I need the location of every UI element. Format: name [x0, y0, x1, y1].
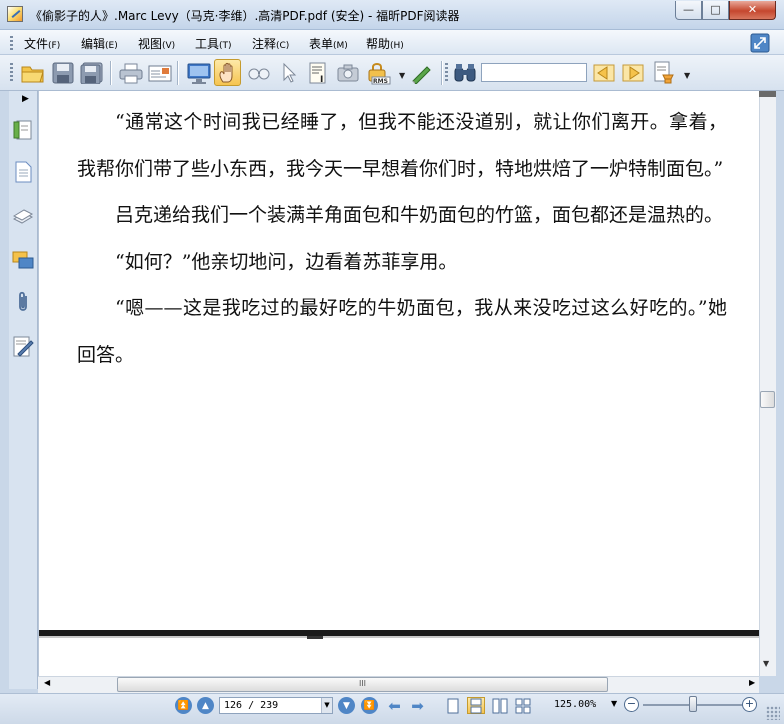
toolbar-separator [441, 61, 442, 85]
last-page-icon[interactable]: ⏬ [361, 697, 378, 714]
menu-view[interactable]: 视图(V) [138, 35, 175, 52]
select-arrow-icon[interactable] [275, 59, 302, 86]
menu-edit[interactable]: 编辑(E) [81, 35, 118, 52]
zoom-level[interactable]: 125.00% [554, 699, 596, 710]
signatures-icon[interactable] [12, 334, 34, 358]
binoculars-search-icon[interactable] [451, 59, 478, 86]
open-folder-icon[interactable] [19, 59, 46, 86]
menu-grip[interactable] [10, 36, 13, 50]
search-input[interactable] [481, 63, 587, 82]
select-text-icon[interactable]: I [304, 59, 331, 86]
continuous-facing-view-icon[interactable] [514, 697, 532, 714]
toolbar-separator [177, 61, 178, 85]
page-separator-shadow [39, 636, 759, 638]
single-page-view-icon[interactable] [444, 697, 462, 714]
layers-icon[interactable] [12, 205, 34, 229]
page-separator-mark [307, 636, 323, 639]
next-page-icon[interactable]: ▼ [338, 697, 355, 714]
attachments-paperclip-icon[interactable] [12, 290, 34, 314]
document-view[interactable]: “通常这个时间我已经睡了，但我不能还没道别，就让你们离开。拿着，我帮你们带了些小… [38, 91, 759, 676]
paragraph: 吕克递给我们一个装满羊角面包和牛奶面包的竹篮，面包都还是温热的。 [115, 204, 724, 226]
svg-text:RMS: RMS [373, 78, 388, 85]
snapshot-camera-icon[interactable] [334, 59, 361, 86]
toolbar-grip-2[interactable] [445, 63, 448, 83]
hand-tool-icon[interactable] [214, 59, 241, 86]
scroll-left-arrow-icon[interactable]: ◀ [44, 678, 50, 687]
find-previous-icon[interactable] [590, 59, 617, 86]
menu-bar: 文件(F) 编辑(E) 视图(V) 工具(T) 注释(C) 表单(M) 帮助(H… [0, 30, 784, 55]
panel-expand-arrow-icon[interactable]: ▶ [22, 94, 29, 104]
forward-arrow-icon[interactable]: ➡ [409, 697, 426, 715]
paragraph: “嗯——这是我吃过的最好吃的牛奶面包，我从来没吃过这么好吃的。”她回答。 [77, 297, 727, 366]
horizontal-scroll-thumb[interactable]: III [117, 677, 608, 692]
app-icon [7, 6, 23, 22]
page-number-dropdown[interactable]: ▼ [321, 698, 332, 713]
resize-grip[interactable] [766, 706, 780, 720]
previous-page-icon[interactable]: ▲ [197, 697, 214, 714]
print-icon[interactable] [117, 59, 144, 86]
svg-text:I: I [320, 75, 323, 84]
maximize-button[interactable]: □ [702, 1, 729, 20]
menu-tools[interactable]: 工具(T) [195, 35, 232, 52]
search-options-dropdown[interactable]: ▼ [684, 71, 690, 80]
scroll-down-arrow-icon[interactable]: ▼ [763, 659, 769, 668]
email-icon[interactable] [146, 59, 173, 86]
toolbar: I RMS ▼ ▼ [0, 55, 784, 91]
zoom-in-icon[interactable]: + [742, 697, 757, 712]
paragraph: “通常这个时间我已经睡了，但我不能还没道别，就让你们离开。拿着，我帮你们带了些小… [77, 111, 727, 180]
vertical-scrollbar[interactable] [759, 91, 776, 676]
scroll-right-arrow-icon[interactable]: ▶ [749, 678, 755, 687]
back-arrow-icon[interactable]: ⬅ [386, 697, 403, 715]
search-options-icon[interactable] [650, 59, 677, 86]
menu-form[interactable]: 表单(M) [309, 35, 348, 52]
window-title: 《偷影子的人》.Marc Levy（马克·李维）.高清PDF.pdf (安全) … [30, 9, 460, 23]
toolbar-separator [110, 61, 111, 85]
menu-comment[interactable]: 注释(C) [252, 35, 289, 52]
menu-help[interactable]: 帮助(H) [366, 35, 404, 52]
restore-window-icon[interactable] [750, 33, 770, 53]
zoom-out-icon[interactable]: − [624, 697, 639, 712]
first-page-icon[interactable]: ⏫ [175, 697, 192, 714]
toolbar-grip[interactable] [10, 63, 13, 83]
continuous-view-icon[interactable] [467, 697, 485, 714]
find-next-icon[interactable] [619, 59, 646, 86]
comments-icon[interactable] [12, 248, 34, 272]
menu-file[interactable]: 文件(F) [24, 35, 60, 52]
save-icon[interactable] [49, 59, 76, 86]
page-content: “通常这个时间我已经睡了，但我不能还没道别，就让你们离开。拿着，我帮你们带了些小… [77, 99, 727, 378]
page-number-input[interactable]: 126 / 239 [219, 697, 333, 714]
rms-dropdown-arrow[interactable]: ▼ [399, 71, 405, 80]
close-button[interactable]: ✕ [729, 1, 776, 20]
full-screen-icon[interactable] [185, 59, 212, 86]
zoom-dropdown-arrow[interactable]: ▼ [611, 699, 617, 708]
paragraph: “如何？”他亲切地问，边看着苏菲享用。 [115, 250, 458, 273]
minimize-button[interactable]: — [675, 1, 702, 20]
vertical-scroll-thumb[interactable] [760, 391, 775, 408]
sign-pen-icon[interactable] [408, 59, 435, 86]
facing-view-icon[interactable] [491, 697, 509, 714]
save-as-icon[interactable] [78, 59, 105, 86]
scrollbar-top-cap [759, 91, 776, 97]
pages-thumbnail-icon[interactable] [12, 160, 34, 184]
bookmarks-icon[interactable] [12, 118, 34, 142]
zoom-loupe-icon[interactable] [245, 59, 272, 86]
zoom-slider-thumb[interactable] [689, 696, 697, 712]
rms-lock-icon[interactable]: RMS [365, 59, 392, 86]
